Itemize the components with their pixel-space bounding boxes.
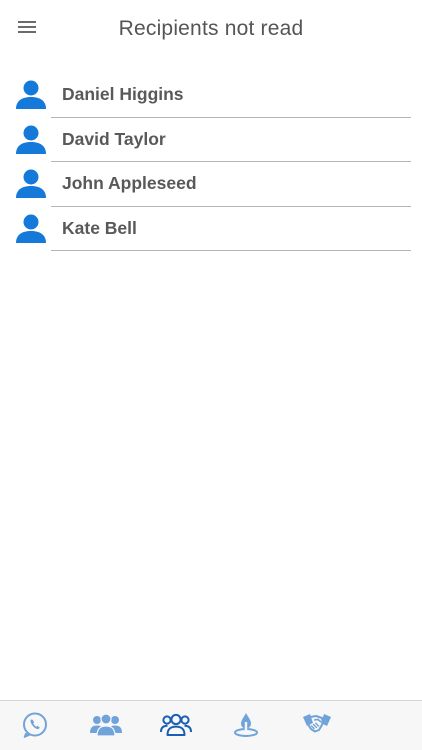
person-icon [16, 214, 46, 243]
recipient-row[interactable]: John Appleseed [0, 162, 422, 207]
person-icon [16, 80, 46, 109]
tab-memorial[interactable] [226, 709, 266, 741]
recipient-list: Daniel Higgins David Taylor John Applese… [0, 73, 422, 251]
candle-icon [234, 713, 258, 737]
recipient-row[interactable]: Daniel Higgins [0, 73, 422, 118]
person-icon [16, 169, 46, 198]
person-icon [16, 125, 46, 154]
recipient-name: David Taylor [62, 128, 166, 149]
handshake-icon [303, 714, 331, 733]
tab-partners[interactable] [297, 709, 337, 741]
group-outline-icon [160, 713, 192, 736]
recipient-name: Daniel Higgins [62, 84, 184, 104]
header: Recipients not read [0, 0, 422, 62]
tab-groups[interactable] [156, 709, 196, 741]
page-title: Recipients not read [118, 17, 304, 40]
phone-chat-icon [23, 712, 47, 738]
recipient-row[interactable]: David Taylor [0, 118, 422, 162]
group-icon [90, 713, 122, 737]
tab-calls[interactable] [15, 709, 55, 741]
recipient-name: John Appleseed [62, 173, 197, 193]
tab-contacts[interactable] [86, 709, 126, 741]
recipient-row[interactable]: Kate Bell [0, 207, 422, 251]
recipient-name: Kate Bell [62, 217, 137, 238]
row-divider [51, 250, 411, 251]
tab-bar [0, 700, 422, 750]
